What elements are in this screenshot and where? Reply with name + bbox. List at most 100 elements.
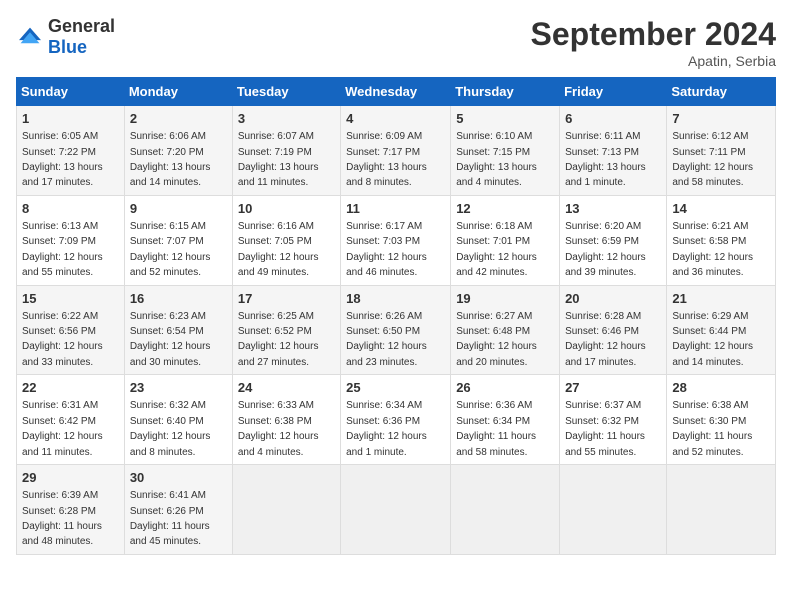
calendar-cell-day-13: 13 Sunrise: 6:20 AMSunset: 6:59 PMDayligh… <box>560 195 667 285</box>
day-number: 29 <box>22 469 119 487</box>
day-info: Sunrise: 6:06 AMSunset: 7:20 PMDaylight:… <box>130 131 211 188</box>
calendar-row-2: 8 Sunrise: 6:13 AMSunset: 7:09 PMDaylight… <box>17 195 776 285</box>
col-saturday: Saturday <box>667 78 776 106</box>
day-number: 30 <box>130 469 227 487</box>
calendar-row-1: 1Sunrise: 6:05 AMSunset: 7:22 PMDaylight… <box>17 106 776 196</box>
day-number: 13 <box>565 200 661 218</box>
calendar-cell-day-5: 5 Sunrise: 6:10 AMSunset: 7:15 PMDaylight… <box>451 106 560 196</box>
calendar-cell-day-27: 27 Sunrise: 6:37 AMSunset: 6:32 PMDayligh… <box>560 375 667 465</box>
day-number: 21 <box>672 290 770 308</box>
calendar-table: Sunday Monday Tuesday Wednesday Thursday… <box>16 77 776 555</box>
calendar-cell-day-1: 1Sunrise: 6:05 AMSunset: 7:22 PMDaylight… <box>17 106 125 196</box>
logo-general-text: General <box>48 16 115 36</box>
logo-blue-text: Blue <box>48 37 87 57</box>
calendar-cell-day-21: 21Sunrise: 6:29 AMSunset: 6:44 PMDayligh… <box>667 285 776 375</box>
day-number: 25 <box>346 379 445 397</box>
day-number: 17 <box>238 290 335 308</box>
day-number: 24 <box>238 379 335 397</box>
col-sunday: Sunday <box>17 78 125 106</box>
calendar-row-3: 15 Sunrise: 6:22 AMSunset: 6:56 PMDayligh… <box>17 285 776 375</box>
calendar-cell-day-18: 18 Sunrise: 6:26 AMSunset: 6:50 PMDayligh… <box>341 285 451 375</box>
day-info: Sunrise: 6:10 AMSunset: 7:15 PMDaylight:… <box>456 131 537 188</box>
col-monday: Monday <box>124 78 232 106</box>
day-number: 12 <box>456 200 554 218</box>
day-number: 6 <box>565 110 661 128</box>
day-info: Sunrise: 6:33 AMSunset: 6:38 PMDaylight:… <box>238 400 319 457</box>
calendar-cell-day-15: 15 Sunrise: 6:22 AMSunset: 6:56 PMDayligh… <box>17 285 125 375</box>
calendar-cell-day-16: 16Sunrise: 6:23 AMSunset: 6:54 PMDayligh… <box>124 285 232 375</box>
col-wednesday: Wednesday <box>341 78 451 106</box>
calendar-cell-day-11: 11 Sunrise: 6:17 AMSunset: 7:03 PMDayligh… <box>341 195 451 285</box>
day-info: Sunrise: 6:11 AMSunset: 7:13 PMDaylight:… <box>565 131 646 188</box>
day-info: Sunrise: 6:13 AMSunset: 7:09 PMDaylight:… <box>22 221 103 278</box>
col-thursday: Thursday <box>451 78 560 106</box>
calendar-header-row: Sunday Monday Tuesday Wednesday Thursday… <box>17 78 776 106</box>
calendar-cell-day-29: 29Sunrise: 6:39 AMSunset: 6:28 PMDayligh… <box>17 465 125 555</box>
day-info: Sunrise: 6:18 AMSunset: 7:01 PMDaylight:… <box>456 221 537 278</box>
day-info: Sunrise: 6:27 AMSunset: 6:48 PMDaylight:… <box>456 311 537 368</box>
calendar-cell-empty <box>341 465 451 555</box>
calendar-cell-day-25: 25 Sunrise: 6:34 AMSunset: 6:36 PMDayligh… <box>341 375 451 465</box>
calendar-cell-day-9: 9 Sunrise: 6:15 AMSunset: 7:07 PMDaylight… <box>124 195 232 285</box>
calendar-row-5: 29Sunrise: 6:39 AMSunset: 6:28 PMDayligh… <box>17 465 776 555</box>
calendar-cell-day-19: 19 Sunrise: 6:27 AMSunset: 6:48 PMDayligh… <box>451 285 560 375</box>
calendar-row-4: 22Sunrise: 6:31 AMSunset: 6:42 PMDayligh… <box>17 375 776 465</box>
location: Apatin, Serbia <box>531 53 776 69</box>
calendar-cell-day-24: 24 Sunrise: 6:33 AMSunset: 6:38 PMDayligh… <box>232 375 340 465</box>
day-number: 18 <box>346 290 445 308</box>
day-number: 3 <box>238 110 335 128</box>
calendar-cell-day-20: 20Sunrise: 6:28 AMSunset: 6:46 PMDayligh… <box>560 285 667 375</box>
day-number: 11 <box>346 200 445 218</box>
day-info: Sunrise: 6:05 AMSunset: 7:22 PMDaylight:… <box>22 131 103 188</box>
calendar-cell-day-6: 6 Sunrise: 6:11 AMSunset: 7:13 PMDaylight… <box>560 106 667 196</box>
calendar-cell-empty <box>451 465 560 555</box>
day-info: Sunrise: 6:23 AMSunset: 6:54 PMDaylight:… <box>130 311 211 368</box>
day-number: 15 <box>22 290 119 308</box>
day-number: 5 <box>456 110 554 128</box>
calendar-cell-empty <box>232 465 340 555</box>
day-number: 19 <box>456 290 554 308</box>
day-info: Sunrise: 6:22 AMSunset: 6:56 PMDaylight:… <box>22 311 103 368</box>
day-info: Sunrise: 6:12 AMSunset: 7:11 PMDaylight:… <box>672 131 753 188</box>
day-info: Sunrise: 6:20 AMSunset: 6:59 PMDaylight:… <box>565 221 646 278</box>
title-block: September 2024 Apatin, Serbia <box>531 16 776 69</box>
day-number: 27 <box>565 379 661 397</box>
day-info: Sunrise: 6:15 AMSunset: 7:07 PMDaylight:… <box>130 221 211 278</box>
day-number: 10 <box>238 200 335 218</box>
month-title: September 2024 <box>531 16 776 53</box>
calendar-cell-day-30: 30 Sunrise: 6:41 AMSunset: 6:26 PMDayligh… <box>124 465 232 555</box>
calendar-cell-day-22: 22Sunrise: 6:31 AMSunset: 6:42 PMDayligh… <box>17 375 125 465</box>
day-number: 23 <box>130 379 227 397</box>
calendar-cell-day-3: 3Sunrise: 6:07 AMSunset: 7:19 PMDaylight… <box>232 106 340 196</box>
day-info: Sunrise: 6:17 AMSunset: 7:03 PMDaylight:… <box>346 221 427 278</box>
day-info: Sunrise: 6:16 AMSunset: 7:05 PMDaylight:… <box>238 221 319 278</box>
day-info: Sunrise: 6:37 AMSunset: 6:32 PMDaylight:… <box>565 400 645 457</box>
day-info: Sunrise: 6:41 AMSunset: 6:26 PMDaylight:… <box>130 490 210 547</box>
calendar-cell-day-4: 4Sunrise: 6:09 AMSunset: 7:17 PMDaylight… <box>341 106 451 196</box>
day-number: 8 <box>22 200 119 218</box>
day-number: 4 <box>346 110 445 128</box>
col-tuesday: Tuesday <box>232 78 340 106</box>
page-header: General Blue September 2024 Apatin, Serb… <box>16 16 776 69</box>
calendar-cell-day-26: 26Sunrise: 6:36 AMSunset: 6:34 PMDayligh… <box>451 375 560 465</box>
day-info: Sunrise: 6:34 AMSunset: 6:36 PMDaylight:… <box>346 400 427 457</box>
day-info: Sunrise: 6:38 AMSunset: 6:30 PMDaylight:… <box>672 400 752 457</box>
calendar-cell-day-2: 2Sunrise: 6:06 AMSunset: 7:20 PMDaylight… <box>124 106 232 196</box>
day-number: 22 <box>22 379 119 397</box>
calendar-cell-empty <box>667 465 776 555</box>
calendar-cell-empty <box>560 465 667 555</box>
calendar-cell-day-12: 12 Sunrise: 6:18 AMSunset: 7:01 PMDayligh… <box>451 195 560 285</box>
logo-icon <box>16 26 44 48</box>
day-number: 9 <box>130 200 227 218</box>
calendar-cell-day-17: 17 Sunrise: 6:25 AMSunset: 6:52 PMDayligh… <box>232 285 340 375</box>
day-info: Sunrise: 6:25 AMSunset: 6:52 PMDaylight:… <box>238 311 319 368</box>
day-info: Sunrise: 6:28 AMSunset: 6:46 PMDaylight:… <box>565 311 646 368</box>
calendar-cell-day-14: 14Sunrise: 6:21 AMSunset: 6:58 PMDayligh… <box>667 195 776 285</box>
calendar-cell-day-7: 7 Sunrise: 6:12 AMSunset: 7:11 PMDaylight… <box>667 106 776 196</box>
logo: General Blue <box>16 16 115 58</box>
day-info: Sunrise: 6:26 AMSunset: 6:50 PMDaylight:… <box>346 311 427 368</box>
calendar-cell-day-28: 28Sunrise: 6:38 AMSunset: 6:30 PMDayligh… <box>667 375 776 465</box>
day-info: Sunrise: 6:32 AMSunset: 6:40 PMDaylight:… <box>130 400 211 457</box>
day-number: 7 <box>672 110 770 128</box>
calendar-cell-day-8: 8 Sunrise: 6:13 AMSunset: 7:09 PMDaylight… <box>17 195 125 285</box>
